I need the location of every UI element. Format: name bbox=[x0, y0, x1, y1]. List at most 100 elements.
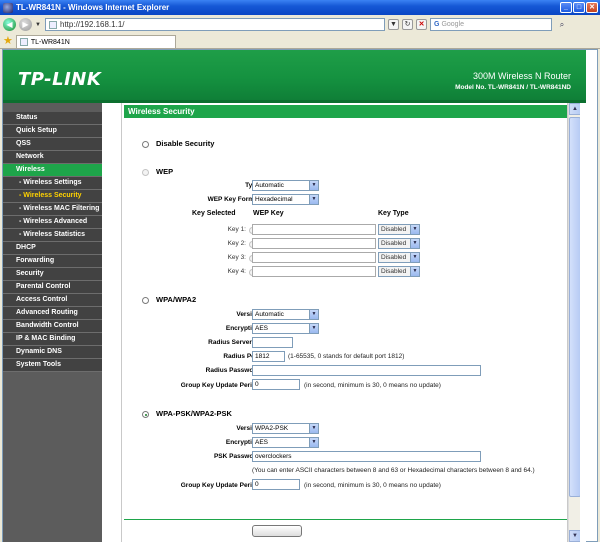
wpa-group-key-label: Group Key Update Period: bbox=[180, 382, 262, 389]
wpa-encryption-select[interactable]: AES ▼ bbox=[252, 323, 319, 334]
page-icon bbox=[49, 20, 57, 29]
address-toolbar: ◀ ▶ ▼ http://192.168.1.1/ ▼ ↻ ✕ G Google… bbox=[0, 15, 600, 34]
wep-key-input[interactable] bbox=[252, 224, 376, 235]
tab-label: TL-WR841N bbox=[30, 38, 70, 46]
wep-key-type-value: Disabled bbox=[381, 226, 407, 233]
radius-ip-input[interactable] bbox=[252, 337, 293, 348]
chevron-down-icon: ▼ bbox=[410, 253, 419, 262]
psk-encryption-select[interactable]: AES ▼ bbox=[252, 437, 319, 448]
sidebar-item[interactable]: Wireless bbox=[3, 164, 102, 177]
chevron-down-icon: ▼ bbox=[309, 195, 318, 204]
chevron-down-icon: ▼ bbox=[410, 239, 419, 248]
wep-type-label: Type: bbox=[142, 182, 262, 189]
wpa-version-select[interactable]: Automatic ▼ bbox=[252, 309, 319, 320]
section-title: Wireless Security bbox=[124, 105, 567, 118]
sidebar-item[interactable]: DHCP bbox=[3, 242, 102, 255]
psk-password-label: PSK Password: bbox=[213, 453, 262, 460]
disable-security-radio[interactable] bbox=[142, 141, 149, 148]
wep-type-select[interactable]: Automatic ▼ bbox=[252, 180, 319, 191]
content-divider bbox=[124, 519, 567, 520]
sidebar-item[interactable]: Quick Setup bbox=[3, 125, 102, 138]
wpa-version-label: Version: bbox=[236, 311, 262, 318]
radius-port-input[interactable]: 1812 bbox=[252, 351, 285, 362]
chevron-down-icon: ▼ bbox=[309, 438, 318, 447]
wep-format-value: Hexadecimal bbox=[255, 196, 293, 203]
sidebar-item[interactable]: - Wireless Settings bbox=[3, 177, 102, 190]
sidebar-item[interactable]: Security bbox=[3, 268, 102, 281]
sidebar-item[interactable]: System Tools bbox=[3, 359, 102, 372]
search-input[interactable]: G Google bbox=[430, 18, 552, 31]
forward-button[interactable]: ▶ bbox=[19, 18, 32, 31]
address-dropdown-icon[interactable]: ▼ bbox=[388, 19, 399, 30]
wpa-radio[interactable] bbox=[142, 297, 149, 304]
wep-key-label: Key 4: bbox=[227, 268, 246, 275]
wpa-group-key-input[interactable]: 0 bbox=[252, 379, 300, 390]
sidebar-item[interactable]: Network bbox=[3, 151, 102, 164]
wep-key-input[interactable] bbox=[252, 238, 376, 249]
vertical-scrollbar[interactable]: ▲ ▼ bbox=[568, 103, 581, 542]
sidebar-item[interactable]: - Wireless Security bbox=[3, 190, 102, 203]
key-type-header: Key Type bbox=[378, 210, 409, 217]
maximize-button[interactable]: □ bbox=[573, 2, 585, 13]
close-button[interactable]: ✕ bbox=[586, 2, 598, 13]
back-button[interactable]: ◀ bbox=[3, 18, 16, 31]
radius-password-input[interactable] bbox=[252, 365, 481, 376]
sidebar-item[interactable]: Status bbox=[3, 112, 102, 125]
tab-page-icon bbox=[19, 38, 28, 46]
sidebar-item[interactable]: Bandwidth Control bbox=[3, 320, 102, 333]
router-header: TP-LINK 300M Wireless N Router Model No.… bbox=[3, 50, 586, 100]
chevron-down-icon: ▼ bbox=[309, 181, 318, 190]
wpa-label: WPA/WPA2 bbox=[156, 295, 197, 304]
sidebar-item[interactable]: Access Control bbox=[3, 294, 102, 307]
wpa-version-value: Automatic bbox=[255, 311, 284, 318]
sidebar-item[interactable]: - Wireless Statistics bbox=[3, 229, 102, 242]
wep-key-type-value: Disabled bbox=[381, 240, 407, 247]
sidebar-item[interactable]: Parental Control bbox=[3, 281, 102, 294]
wpa-psk-radio[interactable] bbox=[142, 411, 149, 418]
favorites-star-icon[interactable]: ★ bbox=[3, 34, 13, 48]
wep-format-select[interactable]: Hexadecimal ▼ bbox=[252, 194, 319, 205]
wep-key-label: Key 2: bbox=[227, 240, 246, 247]
save-button[interactable] bbox=[252, 525, 302, 537]
psk-group-key-input[interactable]: 0 bbox=[252, 479, 300, 490]
chevron-down-icon: ▼ bbox=[309, 324, 318, 333]
address-bar[interactable]: http://192.168.1.1/ bbox=[45, 18, 385, 31]
stop-icon[interactable]: ✕ bbox=[416, 19, 427, 30]
wep-key-input[interactable] bbox=[252, 266, 376, 277]
search-icon[interactable]: ⌕ bbox=[555, 20, 569, 30]
wep-key-input[interactable] bbox=[252, 252, 376, 263]
wpa-encryption-value: AES bbox=[255, 325, 269, 332]
tab-router[interactable]: TL-WR841N bbox=[15, 35, 176, 48]
psk-version-select[interactable]: WPA2-PSK ▼ bbox=[252, 423, 319, 434]
sidebar-item[interactable]: Advanced Routing bbox=[3, 307, 102, 320]
wep-radio[interactable] bbox=[142, 169, 149, 176]
sidebar-item[interactable]: QSS bbox=[3, 138, 102, 151]
psk-group-key-label: Group Key Update Period: bbox=[180, 482, 262, 489]
sidebar-item[interactable]: Forwarding bbox=[3, 255, 102, 268]
sidebar-menu: Status Quick Setup QSS Network Wireless - Wir… bbox=[3, 103, 102, 542]
wep-key-header: WEP Key bbox=[253, 210, 284, 217]
sidebar-item[interactable]: - Wireless MAC Filtering bbox=[3, 203, 102, 216]
wep-key-type-select[interactable]: Disabled ▼ bbox=[378, 266, 420, 277]
address-text: http://192.168.1.1/ bbox=[60, 20, 125, 29]
disable-security-label: Disable Security bbox=[156, 139, 215, 148]
chevron-down-icon: ▼ bbox=[410, 267, 419, 276]
sidebar-item[interactable]: IP & MAC Binding bbox=[3, 333, 102, 346]
wep-key-type-select[interactable]: Disabled ▼ bbox=[378, 238, 420, 249]
minimize-button[interactable]: _ bbox=[560, 2, 572, 13]
wpa-group-key-note: (in second, minimum is 30, 0 means no up… bbox=[304, 382, 441, 389]
history-dropdown-icon[interactable]: ▼ bbox=[35, 22, 42, 28]
wep-key-label: Key 1: bbox=[227, 226, 246, 233]
google-icon: G bbox=[434, 21, 440, 28]
sidebar-item[interactable]: - Wireless Advanced bbox=[3, 216, 102, 229]
wep-key-type-select[interactable]: Disabled ▼ bbox=[378, 252, 420, 263]
model-number: Model No. TL-WR841N / TL-WR841ND bbox=[455, 84, 571, 91]
sidebar-item[interactable]: Dynamic DNS bbox=[3, 346, 102, 359]
search-placeholder: Google bbox=[441, 21, 465, 28]
wep-key-type-value: Disabled bbox=[381, 268, 407, 275]
wep-key-type-select[interactable]: Disabled ▼ bbox=[378, 224, 420, 235]
psk-password-input[interactable]: overclockers bbox=[252, 451, 481, 462]
wpa-encryption-label: Encryption: bbox=[225, 325, 262, 332]
refresh-icon[interactable]: ↻ bbox=[402, 19, 413, 30]
wep-label: WEP bbox=[156, 167, 174, 176]
